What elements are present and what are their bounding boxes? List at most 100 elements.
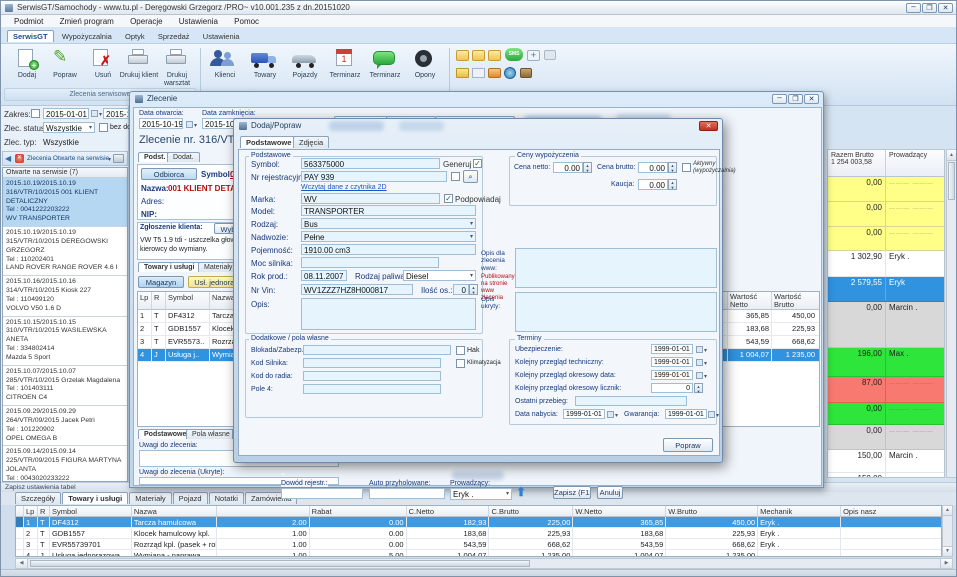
spinner-arrows[interactable]: ▲▼ xyxy=(694,383,703,393)
menu-zmien-program[interactable]: Zmień program xyxy=(53,15,121,28)
menu-ustawienia[interactable]: Ustawienia xyxy=(172,15,225,28)
popraw-button[interactable]: ✎ Popraw xyxy=(45,47,85,79)
tab-pojazd[interactable]: Pojazd xyxy=(173,492,208,504)
opis-www-textarea[interactable] xyxy=(515,248,717,288)
zapisz-button[interactable]: Zapisz (F12) xyxy=(553,486,591,499)
dowod-rejestr-field[interactable] xyxy=(281,473,285,475)
model-input[interactable]: TRANSPORTER xyxy=(301,205,476,216)
table-row[interactable]: 4 J Usługa jednorazowa Wymiana - naprawa… xyxy=(16,550,941,557)
nr-rej-checkbox[interactable] xyxy=(451,172,460,181)
view-selector-dropdown[interactable]: Zlecenia Otwarte na serwisie xyxy=(27,155,109,162)
dowod-rejestr-input[interactable] xyxy=(281,488,363,499)
rok-prod-input[interactable]: 08.11.2007 xyxy=(301,270,347,281)
link-czytnik-2d[interactable]: Wczytaj dane z czytnika 2D xyxy=(301,184,387,191)
dialog-close-button[interactable]: ✕ xyxy=(699,121,718,131)
dialog-tab-zdjecia[interactable]: Zdjęcia xyxy=(293,136,329,148)
generuj-checkbox[interactable] xyxy=(473,159,482,168)
subtab-dodat[interactable]: Dodat. xyxy=(167,152,200,162)
mechanic-row[interactable]: 87,00 xyxy=(828,377,944,403)
blokada-input[interactable] xyxy=(303,345,451,355)
close-button[interactable]: ✕ xyxy=(938,3,953,13)
bottom-table-vscrollbar[interactable]: ▲ ▼ xyxy=(942,505,953,557)
window-close-button[interactable]: ✕ xyxy=(804,94,819,104)
stop-icon[interactable]: ✕ xyxy=(15,154,24,163)
mechanic-row[interactable]: 0,00Marcin . xyxy=(828,302,944,348)
scroll-up-icon[interactable]: ▲ xyxy=(947,150,956,161)
print-list-icon[interactable] xyxy=(113,154,124,163)
magazyn-button[interactable]: Magazyn xyxy=(138,276,184,288)
kod-silnika-input[interactable] xyxy=(303,358,441,368)
menu-podmiot[interactable]: Podmiot xyxy=(7,15,50,28)
opony-button[interactable]: Opony xyxy=(405,47,445,79)
scroll-thumb[interactable] xyxy=(948,162,955,200)
terminarz-button[interactable]: 1 Terminarz xyxy=(325,47,365,79)
scroll-up-icon[interactable]: ▲ xyxy=(943,506,952,516)
back-arrow-icon[interactable]: ◀ xyxy=(5,154,11,163)
order-list-item[interactable]: 2015.10.19/2015.10.19316/VTR/10/2015 001… xyxy=(3,178,127,227)
scroll-left-icon[interactable]: ◀ xyxy=(16,559,28,568)
scroll-right-icon[interactable]: ▶ xyxy=(940,559,952,568)
add-page-small-icon[interactable]: + xyxy=(527,50,540,61)
cena-brutto-spinner[interactable]: 0.00 xyxy=(638,162,668,173)
auto-przyholowane-input[interactable] xyxy=(369,488,445,499)
mechanic-row[interactable]: 2 579,55Eryk xyxy=(828,277,944,302)
table-row[interactable]: 3 T EVR55739701 Rozrząd kpl. (pasek + ro… xyxy=(16,539,941,550)
typ-value[interactable]: Wszystkie xyxy=(43,138,79,147)
date-to-field[interactable]: 2015-12-31 xyxy=(103,108,129,119)
ostatni-przebieg-input[interactable] xyxy=(575,396,687,406)
folder-small-icon[interactable] xyxy=(456,68,469,78)
klienci-button[interactable]: Klienci xyxy=(205,47,245,79)
calendar-dropdown-icon[interactable]: ▾ xyxy=(185,120,197,129)
table-row[interactable]: 2 T GDB1557 Klocek hamulcowy kpl. 1.00 0… xyxy=(16,528,941,539)
table-row[interactable]: 1 T DF4312 Tarcza hamulcowa 2.00 0.00 18… xyxy=(16,517,941,528)
calendar-dropdown-icon[interactable]: ▾ xyxy=(695,358,707,367)
order-list-item[interactable]: 2015.10.15/2015.10.15310/VTR/10/2015 WAS… xyxy=(3,317,127,366)
globe-small-icon[interactable] xyxy=(504,67,516,79)
mechanic-row[interactable]: 0,00 xyxy=(828,425,944,450)
right-panel-scrollbar[interactable]: ▲ xyxy=(946,149,957,478)
podpowiadaj-checkbox[interactable] xyxy=(444,194,453,203)
data-nabycia-date[interactable]: 1999-01-01 xyxy=(563,409,605,419)
sheet-small-icon[interactable] xyxy=(472,68,485,78)
marka-input[interactable]: WV xyxy=(301,193,440,204)
window-minimize-button[interactable]: ‒ xyxy=(772,94,787,104)
wrench-small-icon[interactable] xyxy=(488,68,501,78)
usun-button[interactable]: ✗ Usuń xyxy=(83,47,123,79)
vehicle-dialog-titlebar[interactable]: Dodaj/Popraw ✕ xyxy=(234,119,722,133)
bottom-table-hscrollbar[interactable]: ◀ ▶ xyxy=(15,558,953,569)
calendar-dropdown-icon[interactable]: ▾ xyxy=(606,410,618,419)
hak-checkbox[interactable] xyxy=(456,346,465,355)
zakres-checkbox[interactable] xyxy=(31,109,40,118)
odbiorca-button[interactable]: Odbiorca xyxy=(141,168,197,180)
pojemnosc-input[interactable]: 1910.00 cm3 xyxy=(301,244,476,255)
tab-materialy[interactable]: Materiały xyxy=(129,492,171,504)
mechanic-row[interactable]: 1 302,90Eryk . xyxy=(828,251,944,277)
ribbon-tab-sprzedaz[interactable]: Sprzedaż xyxy=(153,31,195,42)
mechanic-row[interactable]: 0,00 xyxy=(828,227,944,251)
kod-do-radia-input[interactable] xyxy=(303,371,441,381)
window-maximize-button[interactable]: ❐ xyxy=(788,94,803,104)
order-list-item[interactable]: 2015.10.16/2015.10.16314/VTR/10/2015 Kio… xyxy=(3,276,127,316)
calendar-dropdown-icon[interactable]: ▾ xyxy=(707,410,719,419)
opis-ukryty-textarea[interactable] xyxy=(515,292,717,332)
misc-small-icon[interactable] xyxy=(544,50,556,60)
bottom-subtab-podstawowe[interactable]: Podstawowe xyxy=(138,429,192,439)
moc-silnika-input[interactable] xyxy=(301,257,439,268)
terminarz-sms-button[interactable]: Terminarz xyxy=(365,47,405,79)
tab-szczegoly[interactable]: Szczegóły xyxy=(15,492,61,504)
ribbon-tab-wypozyczalnia[interactable]: Wypożyczalnia xyxy=(57,31,117,42)
scroll-down-icon[interactable]: ▼ xyxy=(943,546,952,556)
rodzaj-paliwa-dropdown[interactable]: Diesel▾ xyxy=(403,270,476,281)
scroll-thumb[interactable] xyxy=(30,560,530,567)
drukuj-klient-button[interactable]: Drukuj klient xyxy=(119,47,159,80)
opis-textarea[interactable] xyxy=(301,298,476,330)
mechanic-row[interactable]: 0,00 xyxy=(828,403,944,425)
aktywny-checkbox[interactable] xyxy=(682,163,691,172)
ribbon-tab-ustawienia[interactable]: Ustawienia xyxy=(198,31,245,42)
new-order-small-icon[interactable] xyxy=(472,50,485,61)
spinner-arrows[interactable]: ▲▼ xyxy=(469,284,478,295)
mechanic-row[interactable]: 150,00 xyxy=(828,473,944,478)
ribbon-tab-serwisgt[interactable]: SerwisGT xyxy=(7,30,54,42)
pojazdy-button[interactable]: Pojazdy xyxy=(285,47,325,79)
menu-operacje[interactable]: Operacje xyxy=(123,15,169,28)
